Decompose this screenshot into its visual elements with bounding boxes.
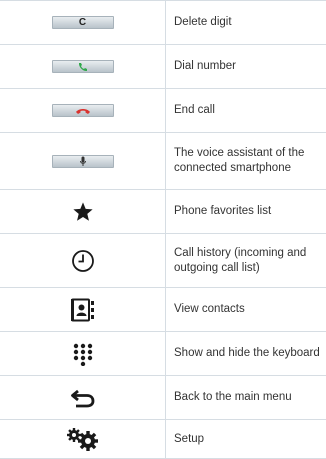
row-description: Back to the main menu (174, 391, 292, 403)
row-description: Dial number (174, 60, 236, 72)
description-cell: Call history (incoming and outgoing call… (166, 234, 326, 287)
c-key-label: C (78, 17, 87, 28)
icon-cell (0, 89, 166, 132)
table-row: End call (0, 88, 326, 132)
description-cell: Phone favorites list (166, 190, 326, 233)
icon-cell (0, 420, 166, 458)
clock-icon (71, 249, 94, 272)
row-description: Show and hide the keyboard (174, 347, 320, 359)
table-row: Back to the main menu (0, 375, 326, 419)
icon-cell (0, 332, 166, 375)
icon-cell (0, 45, 166, 88)
table-row: The voice assistant of the connected sma… (0, 132, 326, 189)
row-description: View contacts (174, 303, 245, 315)
description-cell: Dial number (166, 45, 326, 88)
function-table: C Delete digit Dial number End call The … (0, 0, 326, 459)
row-description: The voice assistant of the connected sma… (174, 147, 305, 174)
row-description: Call history (incoming and outgoing call… (174, 246, 307, 274)
microphone-icon (79, 156, 86, 166)
description-cell: Show and hide the keyboard (166, 332, 326, 375)
row-description: Setup (174, 432, 205, 445)
star-icon (72, 201, 93, 221)
table-row: Setup (0, 419, 326, 459)
icon-cell (0, 288, 166, 331)
description-cell: View contacts (166, 288, 326, 331)
row-description: End call (174, 104, 215, 116)
table-row: Call history (incoming and outgoing call… (0, 233, 326, 287)
icon-cell (0, 133, 166, 189)
description-cell: The voice assistant of the connected sma… (166, 133, 326, 189)
table-row: View contacts (0, 287, 326, 331)
icon-cell (0, 190, 166, 233)
description-cell: Delete digit (166, 1, 326, 44)
description-cell: Back to the main menu (166, 376, 326, 419)
contacts-icon (70, 298, 94, 321)
phone-red-icon (75, 108, 90, 114)
description-cell: End call (166, 89, 326, 132)
icon-cell (0, 376, 166, 419)
dial-key-icon (51, 60, 114, 73)
row-description: Delete digit (174, 16, 232, 28)
row-description: Phone favorites list (174, 205, 272, 217)
keypad-icon (73, 343, 92, 366)
voice-assistant-key-icon (51, 154, 114, 168)
back-arrow-icon (70, 389, 94, 407)
table-row: Dial number (0, 44, 326, 88)
icon-cell (0, 234, 166, 287)
description-cell: Setup (166, 420, 326, 458)
settings-gears-icon (66, 428, 98, 451)
icon-cell: C (0, 1, 166, 44)
c-key-icon: C (51, 16, 114, 29)
phone-green-icon (78, 62, 87, 71)
table-row: C Delete digit (0, 0, 326, 44)
end-call-key-icon (51, 104, 114, 117)
table-row: Phone favorites list (0, 189, 326, 233)
table-row: Show and hide the keyboard (0, 331, 326, 375)
